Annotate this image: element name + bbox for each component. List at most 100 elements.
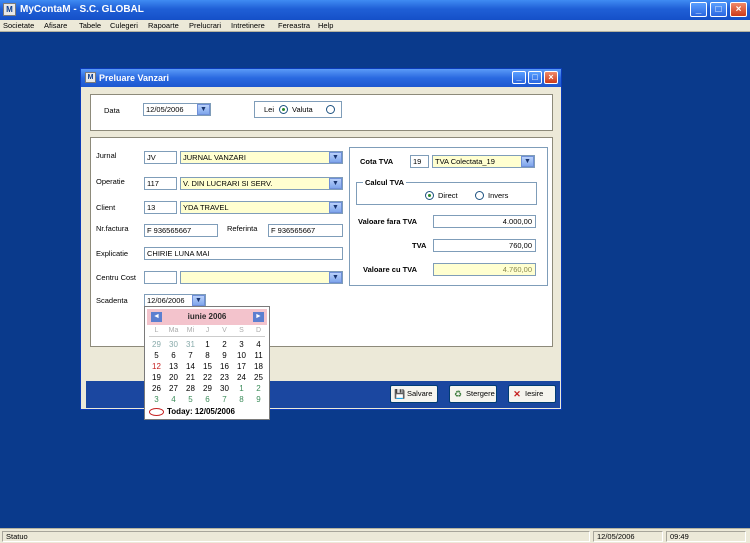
weekday-label: Ma <box>168 327 179 334</box>
direct-radio[interactable] <box>425 191 434 200</box>
explicatie-input[interactable]: CHIRIE LUNA MAI <box>144 247 343 260</box>
close-icon[interactable]: × <box>730 2 747 17</box>
calendar-day[interactable]: 20 <box>165 373 182 382</box>
cota-tva-select[interactable]: TVA Colectata_19 <box>432 155 535 168</box>
cota-tva-label: Cota TVA <box>360 157 394 166</box>
calendar-today-link[interactable]: Today: 12/05/2006 <box>149 407 235 416</box>
iesire-button[interactable]: ✕ Iesire <box>508 385 556 403</box>
calendar-day[interactable]: 30 <box>216 384 233 393</box>
stergere-button[interactable]: ♻ Stergere <box>449 385 497 403</box>
calendar-day[interactable]: 6 <box>165 351 182 360</box>
status-time: 09:49 <box>666 531 746 542</box>
calendar-day[interactable]: 9 <box>250 395 267 404</box>
cota-tva-dropdown-icon[interactable]: ▼ <box>521 156 534 167</box>
calendar-day[interactable]: 1 <box>199 340 216 349</box>
valoare-cu-tva-label: Valoare cu TVA <box>363 265 418 274</box>
menu-prelucrari[interactable]: Prelucrari <box>189 21 221 30</box>
menu-help[interactable]: Help <box>318 21 333 30</box>
calendar-day[interactable]: 4 <box>165 395 182 404</box>
jurnal-dropdown-icon[interactable]: ▼ <box>329 152 342 163</box>
calendar-day[interactable]: 31 <box>182 340 199 349</box>
calendar-day[interactable]: 3 <box>233 340 250 349</box>
salvare-button[interactable]: 💾 Salvare <box>390 385 438 403</box>
menu-intretinere[interactable]: Intretinere <box>231 21 265 30</box>
dialog-close-icon[interactable]: × <box>544 71 558 84</box>
calendar-day[interactable]: 8 <box>233 395 250 404</box>
calendar-day[interactable]: 8 <box>199 351 216 360</box>
calendar-day[interactable]: 19 <box>148 373 165 382</box>
scadenta-dropdown-icon[interactable]: ▼ <box>192 295 205 306</box>
calendar-day[interactable]: 28 <box>182 384 199 393</box>
calendar-day[interactable]: 29 <box>148 340 165 349</box>
menu-culegeri[interactable]: Culegeri <box>110 21 138 30</box>
dialog-minimize-icon[interactable]: _ <box>512 71 526 84</box>
minimize-icon[interactable]: _ <box>690 2 707 17</box>
calendar-day[interactable]: 2 <box>250 384 267 393</box>
calendar-day[interactable]: 18 <box>250 362 267 371</box>
calendar-day[interactable]: 1 <box>233 384 250 393</box>
lei-label: Lei <box>264 105 275 114</box>
client-dropdown-icon[interactable]: ▼ <box>329 202 342 213</box>
operatie-name-select[interactable]: V. DIN LUCRARI SI SERV. <box>180 177 343 190</box>
calendar-day[interactable]: 4 <box>250 340 267 349</box>
iesire-label: Iesire <box>525 389 544 398</box>
jurnal-code-input[interactable]: JV <box>144 151 177 164</box>
calendar-day[interactable]: 7 <box>216 395 233 404</box>
cota-tva-code-input[interactable]: 19 <box>410 155 429 168</box>
calendar-day[interactable]: 15 <box>199 362 216 371</box>
operatie-code-input[interactable]: 117 <box>144 177 177 190</box>
dialog-maximize-icon[interactable]: □ <box>528 71 542 84</box>
scadenta-label: Scadenta <box>96 296 128 305</box>
centru-cost-code-input[interactable] <box>144 271 177 284</box>
weekday-label: D <box>255 327 262 334</box>
menu-fereastra[interactable]: Fereastra <box>278 21 310 30</box>
calendar-day[interactable]: 21 <box>182 373 199 382</box>
referinta-input[interactable]: F 936565667 <box>268 224 343 237</box>
calendar-day-selected[interactable]: 12 <box>148 362 165 371</box>
calendar-day[interactable]: 3 <box>148 395 165 404</box>
calendar-day[interactable]: 14 <box>182 362 199 371</box>
data-dropdown-icon[interactable]: ▼ <box>197 104 210 115</box>
menu-rapoarte[interactable]: Rapoarte <box>148 21 179 30</box>
menu-tabele[interactable]: Tabele <box>79 21 101 30</box>
next-month-icon[interactable]: ► <box>253 312 264 322</box>
calendar-day[interactable]: 25 <box>250 373 267 382</box>
referinta-label: Referinta <box>227 224 258 233</box>
valuta-radio[interactable] <box>326 105 335 114</box>
lei-radio[interactable] <box>279 105 288 114</box>
dialog-icon: M <box>85 72 96 83</box>
calendar-day[interactable]: 17 <box>233 362 250 371</box>
client-code-input[interactable]: 13 <box>144 201 177 214</box>
calendar-day[interactable]: 5 <box>182 395 199 404</box>
status-bar: Statuo 12/05/2006 09:49 <box>0 528 750 543</box>
menu-societate[interactable]: Societate <box>3 21 34 30</box>
nr-factura-input[interactable]: F 936565667 <box>144 224 218 237</box>
calendar-day[interactable]: 22 <box>199 373 216 382</box>
calendar-day[interactable]: 6 <box>199 395 216 404</box>
calendar-day[interactable]: 29 <box>199 384 216 393</box>
calendar-day[interactable]: 2 <box>216 340 233 349</box>
centru-cost-dropdown-icon[interactable]: ▼ <box>329 272 342 283</box>
calendar-separator <box>149 336 265 337</box>
calendar-day[interactable]: 13 <box>165 362 182 371</box>
tva-input[interactable]: 760,00 <box>433 239 536 252</box>
calendar-day[interactable]: 16 <box>216 362 233 371</box>
operatie-dropdown-icon[interactable]: ▼ <box>329 178 342 189</box>
calendar-day[interactable]: 11 <box>250 351 267 360</box>
calendar-day[interactable]: 30 <box>165 340 182 349</box>
calendar-day[interactable]: 10 <box>233 351 250 360</box>
menu-afisare[interactable]: Afisare <box>44 21 67 30</box>
valoare-fara-tva-input[interactable]: 4.000,00 <box>433 215 536 228</box>
invers-radio[interactable] <box>475 191 484 200</box>
calendar-day[interactable]: 23 <box>216 373 233 382</box>
calendar-day[interactable]: 26 <box>148 384 165 393</box>
calendar-day[interactable]: 9 <box>216 351 233 360</box>
calendar-day[interactable]: 27 <box>165 384 182 393</box>
jurnal-name-select[interactable]: JURNAL VANZARI <box>180 151 343 164</box>
maximize-icon[interactable]: □ <box>710 2 727 17</box>
calendar-day[interactable]: 7 <box>182 351 199 360</box>
calendar-day[interactable]: 24 <box>233 373 250 382</box>
client-name-select[interactable]: YDA TRAVEL <box>180 201 343 214</box>
centru-cost-select[interactable] <box>180 271 343 284</box>
calendar-day[interactable]: 5 <box>148 351 165 360</box>
